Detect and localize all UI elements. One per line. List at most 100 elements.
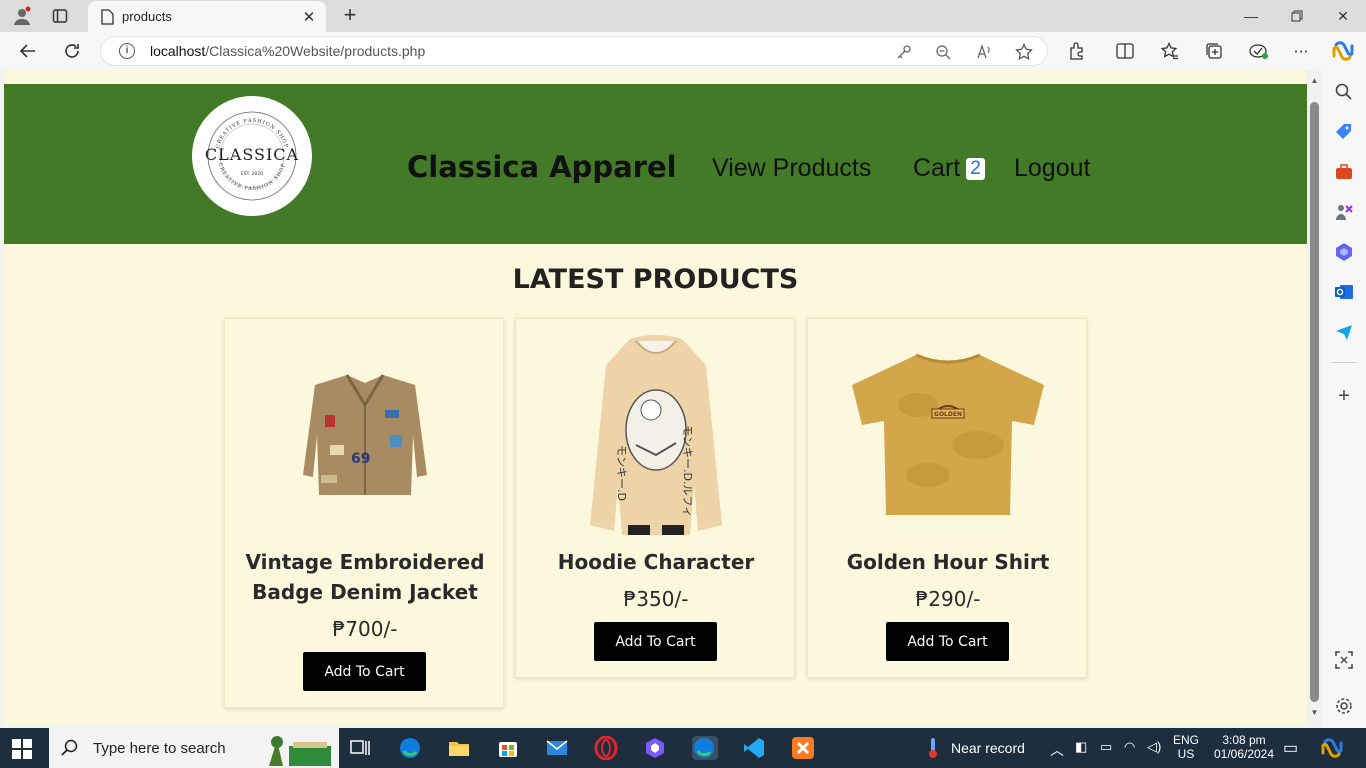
edge-sidebar: + bbox=[1322, 70, 1366, 728]
close-window-button[interactable]: ✕ bbox=[1320, 0, 1366, 32]
nav-logout[interactable]: Logout bbox=[1014, 154, 1090, 183]
restore-button[interactable] bbox=[1274, 0, 1320, 32]
product-price: ₱700/- bbox=[332, 617, 398, 641]
search-icon[interactable] bbox=[1334, 82, 1354, 102]
extensions-icon[interactable] bbox=[1066, 40, 1088, 62]
section-title: LATEST PRODUCTS bbox=[512, 264, 799, 295]
site-info-icon[interactable]: i bbox=[119, 43, 135, 59]
tab-title: products bbox=[122, 9, 172, 24]
brand-title: Classica Apparel bbox=[407, 150, 677, 184]
screenshot-icon[interactable] bbox=[1334, 650, 1354, 670]
games-icon[interactable] bbox=[1334, 202, 1354, 222]
svg-text:CREATIVE FASHION SHOP: CREATIVE FASHION SHOP bbox=[217, 162, 287, 192]
product-image-hoodie[interactable]: モンキー.D.ルフィ モンキー.D bbox=[556, 335, 756, 535]
clock[interactable]: 3:08 pm 01/06/2024 bbox=[1209, 733, 1279, 761]
edge-app-icon[interactable] bbox=[398, 736, 422, 760]
add-to-cart-button[interactable]: Add To Cart bbox=[886, 622, 1009, 661]
store-icon[interactable] bbox=[496, 736, 520, 760]
opera-icon[interactable] bbox=[594, 735, 618, 761]
copilot-icon[interactable] bbox=[1332, 40, 1354, 62]
windows-start-icon[interactable] bbox=[12, 739, 32, 759]
copilot-taskbar-icon[interactable] bbox=[1320, 736, 1344, 760]
m365-icon[interactable] bbox=[1334, 242, 1354, 262]
scroll-down-arrow[interactable]: ▼ bbox=[1310, 708, 1319, 717]
taskbar-search[interactable]: Type here to search bbox=[49, 728, 339, 768]
page-scrollbar[interactable]: ▲ ▼ bbox=[1307, 70, 1322, 726]
key-icon[interactable] bbox=[894, 42, 914, 62]
browser-tab-bar: products ✕ + — ✕ bbox=[0, 0, 1366, 32]
language-indicator[interactable]: ENG US bbox=[1173, 733, 1199, 761]
search-icon bbox=[61, 739, 78, 756]
favorite-star-icon[interactable] bbox=[1014, 42, 1034, 62]
cart-count-badge: 2 bbox=[966, 158, 985, 181]
svg-text:69: 69 bbox=[351, 451, 370, 467]
svg-text:モンキー.D.ルフィ: モンキー.D.ルフィ bbox=[681, 425, 694, 517]
edge-active-icon[interactable] bbox=[692, 736, 718, 760]
volume-icon[interactable]: ◁) bbox=[1147, 739, 1161, 755]
product-image-golden-shirt[interactable]: GOLDEN bbox=[848, 335, 1048, 535]
file-explorer-icon[interactable] bbox=[447, 736, 471, 760]
mail-icon[interactable] bbox=[545, 736, 569, 760]
app-icon[interactable] bbox=[643, 736, 667, 760]
product-price: ₱350/- bbox=[623, 587, 689, 611]
tab-products[interactable]: products ✕ bbox=[88, 1, 326, 32]
weather-widget[interactable]: Near record bbox=[925, 736, 1025, 760]
meet-now-icon[interactable]: ◧ bbox=[1075, 739, 1087, 755]
search-placeholder: Type here to search bbox=[93, 739, 226, 757]
weather-text: Near record bbox=[951, 740, 1025, 756]
outlook-icon[interactable] bbox=[1334, 282, 1354, 302]
search-highlight-icon bbox=[269, 736, 331, 766]
split-screen-icon[interactable] bbox=[1114, 40, 1136, 62]
profile-icon[interactable] bbox=[10, 4, 34, 28]
back-button[interactable] bbox=[15, 38, 41, 64]
product-card: モンキー.D.ルフィ モンキー.D Hoodie Character ₱350/… bbox=[515, 318, 795, 678]
windows-taskbar: Type here to search Near record ︿ ◧ ▭ ◠ … bbox=[0, 728, 1366, 768]
address-bar[interactable]: i localhost/Classica%20Website/products.… bbox=[100, 36, 1048, 66]
svg-text:GOLDEN: GOLDEN bbox=[934, 411, 962, 418]
settings-gear-icon[interactable] bbox=[1334, 696, 1354, 716]
scroll-up-arrow[interactable]: ▲ bbox=[1310, 76, 1319, 85]
logo-est: EST. 2020 bbox=[241, 171, 263, 177]
scroll-thumb[interactable] bbox=[1310, 102, 1319, 702]
add-to-cart-button[interactable]: Add To Cart bbox=[594, 622, 717, 661]
product-name: Vintage Embroidered Badge Denim Jacket bbox=[245, 550, 485, 604]
product-image-denim-jacket[interactable]: 69 bbox=[265, 335, 465, 535]
collections-icon[interactable] bbox=[1203, 40, 1225, 62]
thermometer-icon bbox=[929, 738, 937, 758]
read-aloud-icon[interactable] bbox=[974, 42, 994, 62]
product-price: ₱290/- bbox=[915, 587, 981, 611]
refresh-button[interactable] bbox=[59, 38, 85, 64]
product-card: 69 Vintage Embroidered Badge Denim Jacke… bbox=[224, 318, 504, 708]
wifi-icon[interactable]: ◠ bbox=[1124, 739, 1135, 755]
shopping-tag-icon[interactable] bbox=[1334, 122, 1354, 142]
notifications-icon[interactable]: ▭ bbox=[1283, 738, 1298, 758]
brand-logo[interactable]: CREATIVE FASHION SHOP CREATIVE FASHION S… bbox=[192, 96, 312, 216]
favorites-icon[interactable] bbox=[1159, 40, 1181, 62]
new-tab-button[interactable]: + bbox=[338, 4, 362, 28]
tools-icon[interactable] bbox=[1334, 162, 1354, 182]
add-icon[interactable]: + bbox=[1334, 386, 1354, 406]
more-options-icon[interactable]: ⋯ bbox=[1290, 40, 1312, 62]
sidebar-divider bbox=[1332, 362, 1356, 363]
tab-actions-icon[interactable] bbox=[48, 4, 72, 28]
minimize-button[interactable]: — bbox=[1228, 0, 1274, 32]
nav-cart[interactable]: Cart 2 bbox=[913, 154, 985, 183]
nav-view-products[interactable]: View Products bbox=[712, 154, 871, 183]
url-text[interactable]: localhost/Classica%20Website/products.ph… bbox=[150, 43, 425, 59]
battery-icon[interactable]: ▭ bbox=[1100, 739, 1112, 755]
zoom-out-icon[interactable] bbox=[933, 42, 953, 62]
chevron-up-icon[interactable]: ︿ bbox=[1050, 740, 1064, 760]
browser-toolbar: i localhost/Classica%20Website/products.… bbox=[0, 32, 1366, 70]
vscode-icon[interactable] bbox=[742, 736, 766, 760]
page-icon bbox=[101, 8, 114, 25]
svg-text:モンキー.D: モンキー.D bbox=[615, 445, 628, 501]
add-to-cart-button[interactable]: Add To Cart bbox=[303, 652, 426, 691]
site-header: CREATIVE FASHION SHOP CREATIVE FASHION S… bbox=[4, 84, 1307, 244]
logo-wordmark: CLASSICA bbox=[205, 145, 299, 164]
browser-essentials-icon[interactable] bbox=[1247, 40, 1269, 62]
page-viewport: CREATIVE FASHION SHOP CREATIVE FASHION S… bbox=[4, 70, 1307, 726]
send-icon[interactable] bbox=[1334, 322, 1354, 342]
task-view-icon[interactable] bbox=[348, 736, 372, 760]
close-tab-icon[interactable]: ✕ bbox=[298, 6, 320, 28]
xampp-icon[interactable] bbox=[791, 736, 815, 760]
